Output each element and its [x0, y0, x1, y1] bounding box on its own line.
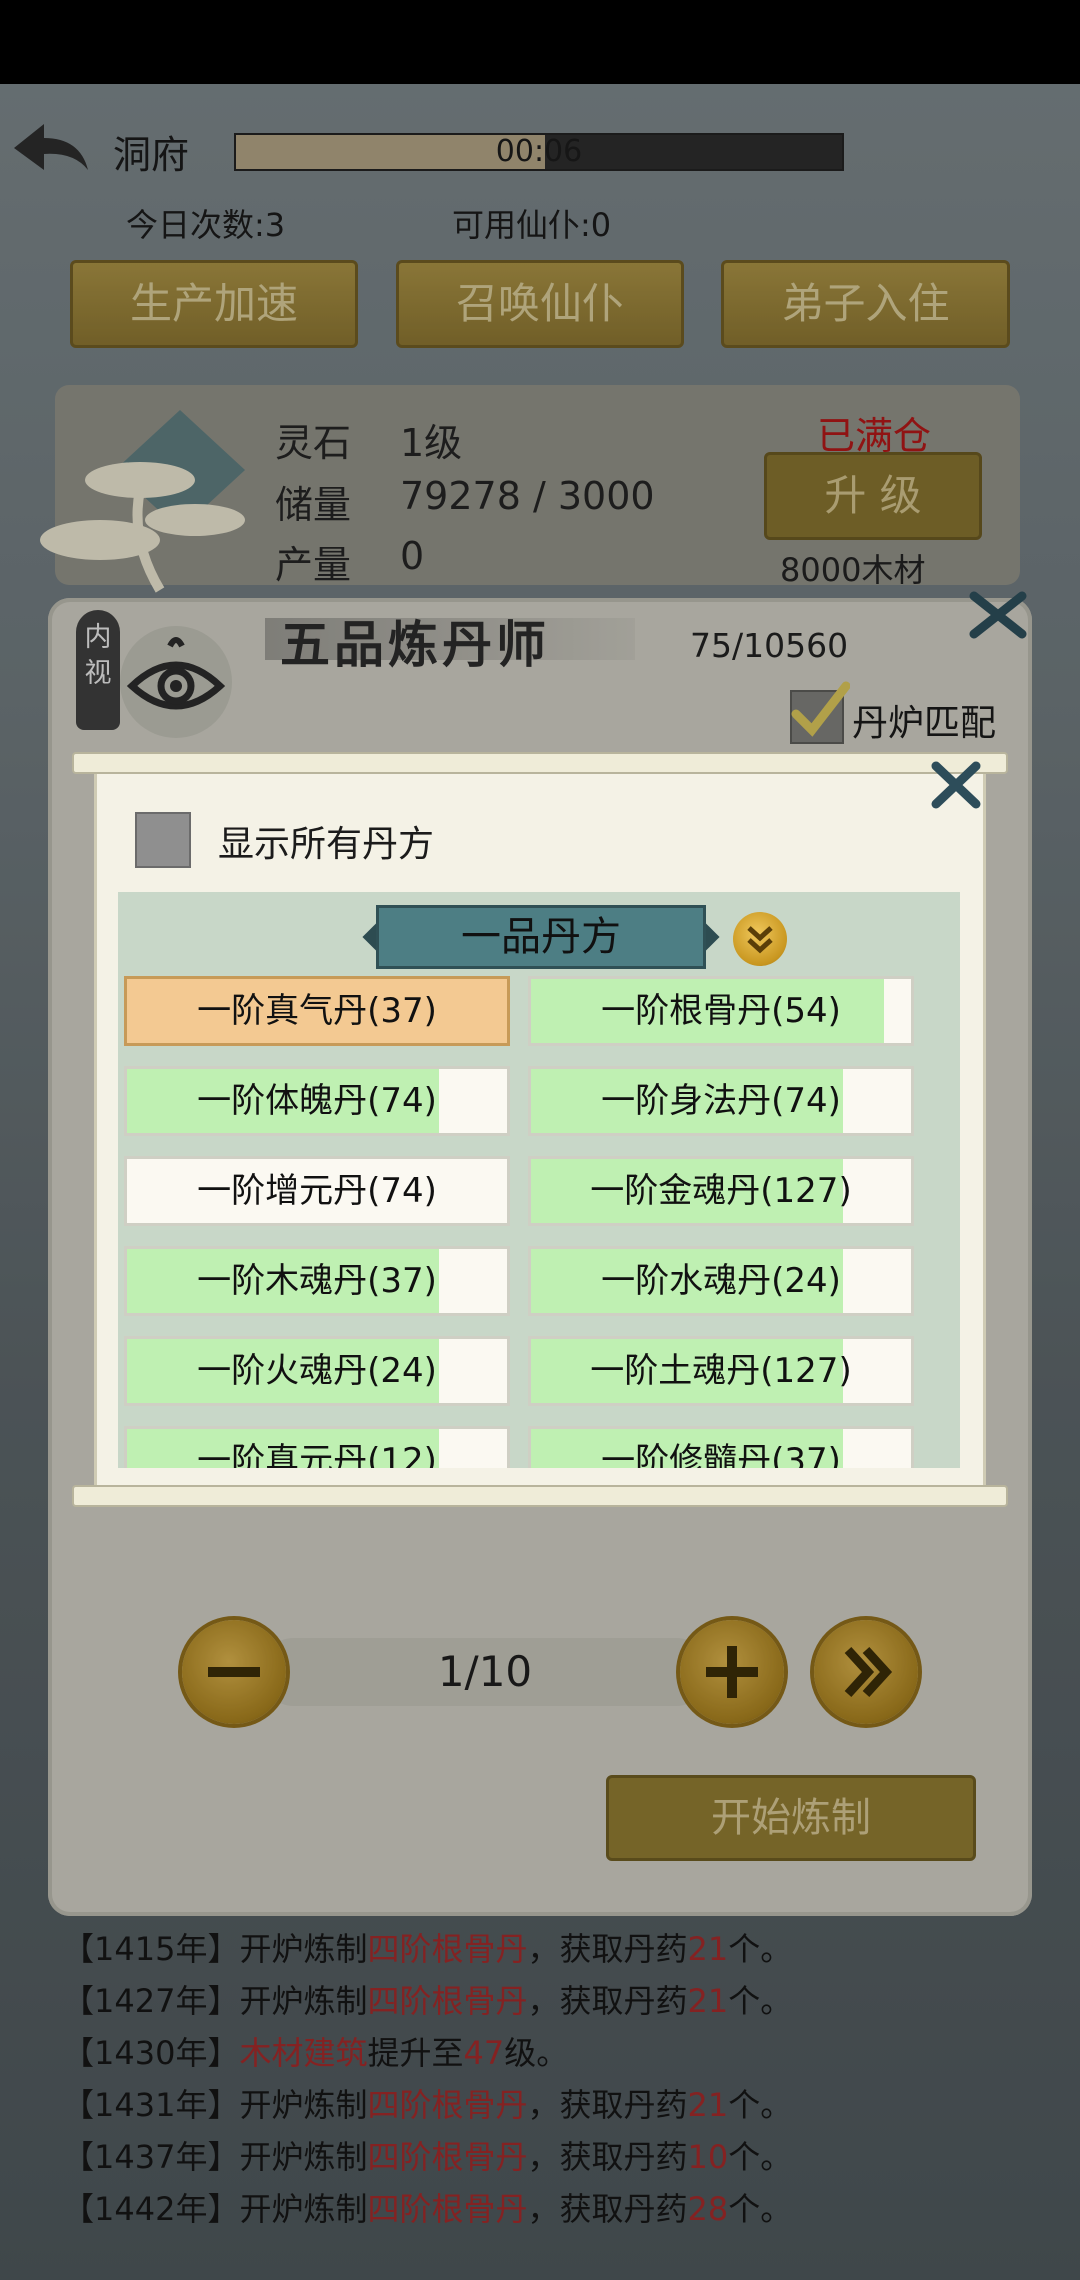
recipe-category-banner: 一品丹方	[376, 905, 706, 969]
recipe-label: 一阶增元丹(74)	[197, 1171, 437, 1211]
scroll-rod-bottom	[72, 1485, 1008, 1507]
recipe-item[interactable]: 一阶身法丹(74)	[528, 1066, 914, 1136]
recipe-item[interactable]: 一阶土魂丹(127)	[528, 1336, 914, 1406]
show-all-recipes-checkbox[interactable]	[135, 812, 191, 868]
recipe-label: 一阶金魂丹(127)	[590, 1171, 852, 1211]
chevron-down-icon	[747, 926, 773, 954]
recipe-label: 一阶身法丹(74)	[601, 1081, 841, 1121]
recipe-label: 一阶水魂丹(24)	[601, 1261, 841, 1301]
recipe-label: 一阶木魂丹(37)	[197, 1261, 437, 1301]
recipe-item[interactable]: 一阶增元丹(74)	[124, 1156, 510, 1226]
recipe-item[interactable]: 一阶水魂丹(24)	[528, 1246, 914, 1316]
recipe-item[interactable]: 一阶真气丹(37)	[124, 976, 510, 1046]
recipe-item[interactable]: 一阶木魂丹(37)	[124, 1246, 510, 1316]
expand-category-button[interactable]	[733, 912, 787, 966]
recipe-item[interactable]: 一阶体魄丹(74)	[124, 1066, 510, 1136]
close-icon	[931, 761, 981, 809]
recipe-label: 一阶土魂丹(127)	[590, 1351, 852, 1391]
recipe-list[interactable]: 一阶真气丹(37) 一阶根骨丹(54) 一阶体魄丹(74) 一阶身法丹(74) 一阶增元…	[118, 892, 960, 1468]
recipe-item[interactable]: 一阶金魂丹(127)	[528, 1156, 914, 1226]
recipe-label: 一阶火魂丹(24)	[197, 1351, 437, 1391]
recipe-label: 一阶真气丹(37)	[197, 991, 437, 1031]
close-modal-button[interactable]	[930, 760, 982, 810]
show-all-recipes-label: 显示所有丹方	[218, 824, 435, 865]
recipe-label: 一阶真元丹(12)	[197, 1441, 437, 1468]
recipe-item[interactable]: 一阶根骨丹(54)	[528, 976, 914, 1046]
recipe-label: 一阶修髓丹(37)	[601, 1441, 841, 1468]
recipe-label: 一阶根骨丹(54)	[601, 991, 841, 1031]
status-bar	[0, 0, 1080, 84]
recipe-label: 一阶体魄丹(74)	[197, 1081, 437, 1121]
recipe-item[interactable]: 一阶修髓丹(37)	[528, 1426, 914, 1468]
recipe-item[interactable]: 一阶真元丹(12)	[124, 1426, 510, 1468]
scroll-rod-top	[72, 752, 1008, 774]
recipe-item[interactable]: 一阶火魂丹(24)	[124, 1336, 510, 1406]
